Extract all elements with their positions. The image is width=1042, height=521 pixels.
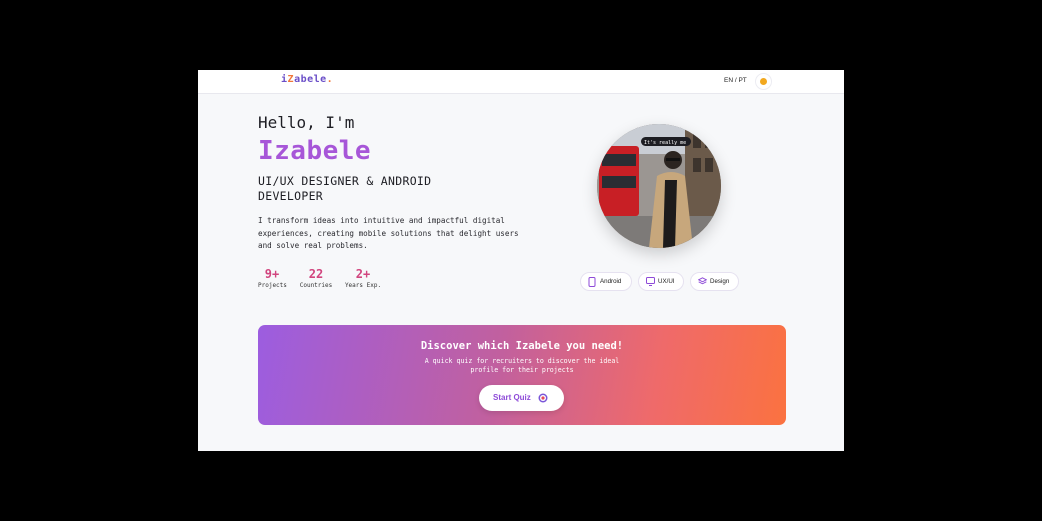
language-toggle[interactable]: EN / PT — [719, 74, 752, 88]
page: iZabele. EN / PT Hello, I'm Izabele UI/U… — [198, 70, 844, 451]
skill-chip-android[interactable]: Android — [580, 272, 632, 291]
stat-value: 22 — [308, 267, 324, 281]
greeting: Hello, I'm — [258, 113, 355, 132]
logo-dot: . — [326, 74, 334, 85]
logo-rest: abele — [294, 74, 327, 85]
stat-projects: 9+ Projects — [258, 267, 287, 289]
photo-caption: It's really me — [644, 140, 686, 146]
skill-label: Design — [710, 278, 730, 285]
top-nav: iZabele. EN / PT — [198, 70, 844, 94]
monitor-icon — [646, 277, 655, 286]
stat-label: Countries — [299, 282, 333, 289]
hero-name: Izabele — [258, 136, 372, 166]
stat-countries: 22 Countries — [299, 267, 333, 289]
quiz-title: Discover which Izabele you need! — [420, 340, 624, 352]
hero-description: I transform ideas into intuitive and imp… — [258, 216, 519, 251]
hero-role: UI/UX DESIGNER & ANDROID DEVELOPER — [258, 174, 432, 203]
layers-icon — [698, 277, 707, 285]
start-quiz-label: Start Quiz — [493, 393, 531, 402]
stat-value: 9+ — [264, 267, 280, 281]
skill-chip-uxui[interactable]: UX/UI — [638, 272, 684, 291]
phone-icon — [588, 277, 596, 287]
quiz-banner: Discover which Izabele you need! A quick… — [258, 325, 786, 425]
stat-label: Projects — [258, 282, 287, 289]
skill-chip-design[interactable]: Design — [690, 272, 739, 291]
logo[interactable]: iZabele. — [281, 74, 333, 85]
quiz-subtitle: A quick quiz for recruiters to discover … — [424, 357, 620, 374]
skill-label: Android — [600, 278, 622, 285]
target-icon — [538, 393, 548, 403]
sun-icon — [760, 78, 767, 85]
stat-years: 2+ Years Exp. — [344, 267, 382, 289]
start-quiz-button[interactable]: Start Quiz — [479, 385, 564, 411]
theme-toggle-button[interactable] — [755, 73, 772, 90]
skill-label: UX/UI — [658, 278, 675, 285]
profile-photo: It's really me — [597, 124, 721, 248]
stat-label: Years Exp. — [344, 282, 382, 289]
stat-value: 2+ — [355, 267, 371, 281]
